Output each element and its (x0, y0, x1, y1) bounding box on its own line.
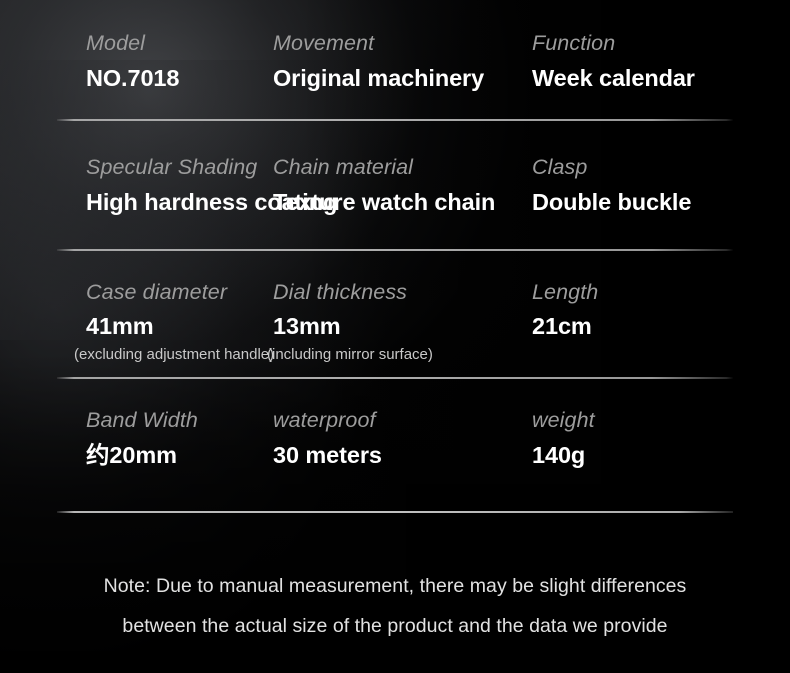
spec-value: Original machinery (273, 65, 485, 91)
spec-label: Case diameter (86, 280, 228, 304)
spec-cell-case-diameter: Case diameter 41mm (excluding adjustment… (0, 279, 275, 364)
spec-divider-3 (57, 377, 733, 379)
spec-divider-2 (57, 249, 733, 251)
spec-label: Model (86, 31, 146, 55)
spec-value: 140g (532, 442, 586, 468)
spec-value: 41mm (86, 313, 154, 339)
spec-value: Texture watch chain (273, 189, 496, 215)
spec-table: Model NO.7018 Movement Original machiner… (0, 0, 790, 673)
spec-value: High hardness coating (86, 189, 338, 215)
spec-label: Function (532, 31, 616, 55)
spec-label: Chain material (273, 155, 414, 179)
spec-value: 13mm (273, 313, 341, 339)
spec-value: 30 meters (273, 442, 382, 468)
spec-value: NO.7018 (86, 65, 180, 91)
spec-label: waterproof (273, 408, 376, 432)
spec-row-identity: Model NO.7018 Movement Original machiner… (0, 30, 790, 93)
spec-value: 21cm (532, 313, 592, 339)
spec-row-materials: Specular Shading High hardness coating C… (0, 154, 790, 217)
spec-cell-function: Function Week calendar (529, 30, 790, 93)
spec-value: Week calendar (532, 65, 695, 91)
spec-row-measurements: Case diameter 41mm (excluding adjustment… (0, 279, 790, 364)
spec-label: Movement (273, 31, 375, 55)
spec-cell-specular-shading: Specular Shading High hardness coating (0, 154, 338, 217)
spec-cell-clasp: Clasp Double buckle (529, 154, 790, 217)
spec-row-band-and-weight: Band Width 约20mm waterproof 30 meters we… (0, 407, 790, 470)
spec-label: Band Width (86, 408, 198, 432)
spec-cell-model: Model NO.7018 (0, 30, 265, 93)
note-line-2: between the actual size of the product a… (122, 615, 668, 637)
spec-value: 约20mm (86, 442, 177, 468)
spec-cell-waterproof: waterproof 30 meters (265, 407, 529, 470)
spec-label: Clasp (532, 155, 588, 179)
note-line-1: Note: Due to manual measurement, there m… (103, 575, 687, 597)
spec-subnote: (excluding adjustment handle) (74, 346, 275, 363)
spec-cell-band-width: Band Width 约20mm (0, 407, 265, 470)
spec-cell-chain-material: Chain material Texture watch chain (265, 154, 529, 217)
spec-subnote: (including mirror surface) (267, 346, 433, 363)
spec-label: Dial thickness (273, 280, 408, 304)
spec-cell-movement: Movement Original machinery (265, 30, 529, 93)
spec-cell-length: Length 21cm (529, 279, 790, 364)
spec-label: Specular Shading (86, 155, 258, 179)
product-spec-sheet: Model NO.7018 Movement Original machiner… (0, 0, 790, 673)
spec-value: Double buckle (532, 189, 692, 215)
spec-cell-dial-thickness: Dial thickness 13mm (including mirror su… (265, 279, 529, 364)
spec-label: Length (532, 280, 599, 304)
spec-divider-1 (57, 119, 733, 121)
spec-label: weight (532, 408, 595, 432)
measurement-disclaimer-note: Note: Due to manual measurement, there m… (0, 566, 790, 646)
spec-cell-weight: weight 140g (529, 407, 790, 470)
spec-divider-4 (57, 511, 733, 513)
